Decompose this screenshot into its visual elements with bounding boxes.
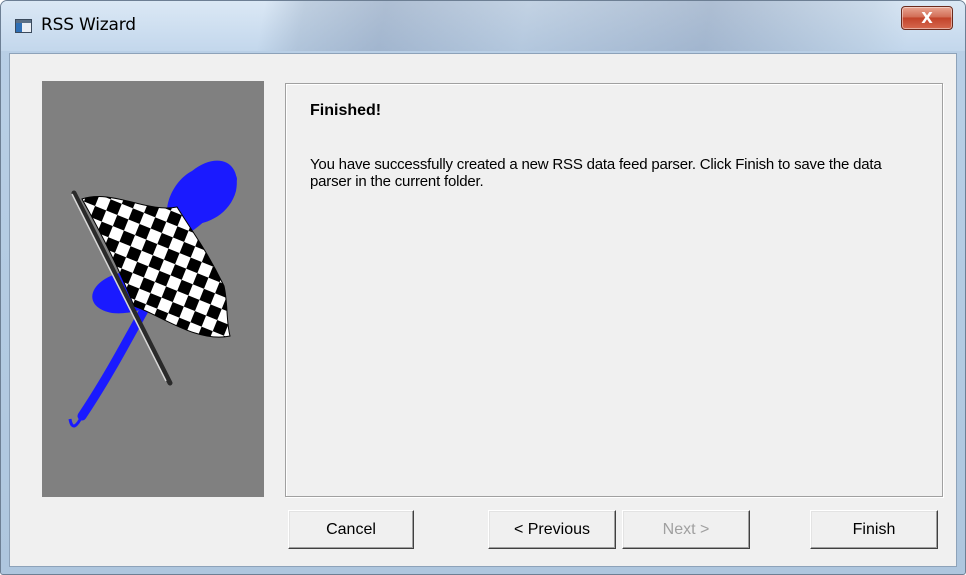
- previous-button[interactable]: < Previous: [488, 510, 616, 549]
- cancel-button[interactable]: Cancel: [288, 510, 414, 549]
- close-icon: X: [921, 9, 933, 27]
- window-title: RSS Wizard: [41, 15, 136, 35]
- completion-message: You have successfully created a new RSS …: [310, 156, 882, 190]
- close-button[interactable]: X: [901, 6, 953, 30]
- wizard-side-image: [42, 81, 264, 497]
- window-icon[interactable]: [15, 19, 32, 33]
- title-bar[interactable]: RSS Wizard X: [1, 1, 965, 51]
- content-panel: Finished! You have successfully created …: [285, 83, 943, 497]
- finish-button[interactable]: Finish: [810, 510, 938, 549]
- checkered-flag-icon: [68, 160, 237, 428]
- wizard-body: Finished! You have successfully created …: [9, 53, 957, 567]
- page-heading: Finished!: [310, 102, 382, 119]
- next-button[interactable]: Next >: [622, 510, 750, 549]
- rss-wizard-window: RSS Wizard X Finished! You have successf…: [0, 0, 966, 575]
